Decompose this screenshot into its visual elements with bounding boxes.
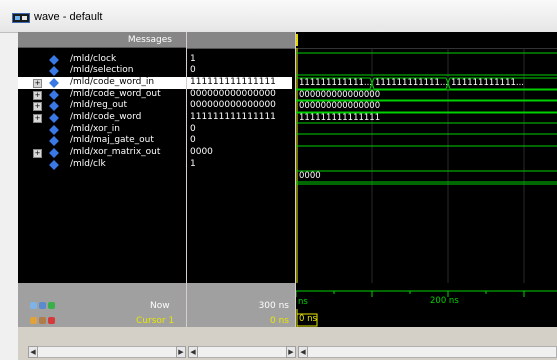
signal-value[interactable]: 111111111111111 xyxy=(187,77,292,89)
bus-label: 000000000000000 xyxy=(299,90,381,100)
signal-row[interactable]: /mld/clk xyxy=(18,159,186,171)
signal-row[interactable]: + /mld/code_word_in xyxy=(18,77,186,89)
signal-name: /mld/xor_matrix_out xyxy=(70,147,161,157)
add-cursor-icon[interactable] xyxy=(48,302,55,309)
now-value: 300 ns xyxy=(258,301,289,311)
signal-value[interactable]: 0 xyxy=(190,135,295,147)
now-icon[interactable] xyxy=(30,302,37,309)
signal-row[interactable]: /mld/maj_gate_out xyxy=(18,135,186,147)
timeline-start-label: ns xyxy=(298,297,308,307)
signal-name: /mld/maj_gate_out xyxy=(70,135,154,145)
expand-icon[interactable]: + xyxy=(33,102,42,111)
bus-label: 000000000000000 xyxy=(299,101,381,111)
signal-row[interactable]: /mld/clock xyxy=(18,54,186,66)
signal-value[interactable]: 1 xyxy=(190,159,295,171)
signal-value[interactable]: 000000000000000 xyxy=(190,89,295,101)
signal-name: /mld/clock xyxy=(70,54,117,64)
messages-header[interactable]: Messages xyxy=(18,32,186,48)
now-label: Now xyxy=(150,301,170,311)
scroll-right-icon[interactable]: ▶ xyxy=(176,346,186,358)
signal-row[interactable]: /mld/xor_in xyxy=(18,124,186,136)
bus-label: 111111111111... xyxy=(299,78,373,88)
signal-row[interactable]: + /mld/reg_out xyxy=(18,100,186,112)
signal-name: /mld/selection xyxy=(70,65,134,75)
title-bar: wave - default xyxy=(0,0,557,33)
signal-name: /mld/xor_in xyxy=(70,124,121,134)
status-values-area: 300 ns 0 ns xyxy=(187,283,295,327)
waveform-pane[interactable]: 111111111111... 111111111111... 11111111… xyxy=(296,32,557,283)
timeline-ruler xyxy=(296,290,557,327)
signal-values-pane: 1 0 111111111111111 000000000000000 00000000… xyxy=(187,32,295,283)
expand-icon[interactable]: + xyxy=(33,91,42,100)
signal-value[interactable]: 1 xyxy=(190,54,295,66)
signal-value[interactable]: 0000 xyxy=(190,147,295,159)
signal-row[interactable]: + /mld/xor_matrix_out xyxy=(18,147,186,159)
expand-icon[interactable]: + xyxy=(33,114,42,123)
scrollbar-row: ◀ ▶ ◀ ▶ ◀ xyxy=(18,344,557,360)
waveform-scrollbar[interactable] xyxy=(298,346,557,358)
signal-name: /mld/code_word_in xyxy=(70,77,155,87)
waveform-canvas xyxy=(296,48,557,283)
wave-xor-matrix-out xyxy=(296,170,557,183)
status-names-area: Now Cursor 1 xyxy=(18,283,186,327)
edit-cursor-icon[interactable] xyxy=(39,317,46,324)
signal-name: /mld/code_word xyxy=(70,112,142,122)
wave-window-icon xyxy=(12,13,30,23)
scroll-right-icon[interactable]: ▶ xyxy=(286,346,296,358)
signal-names-pane: Messages /mld/clock/mld/selection + /mld/c… xyxy=(18,32,186,283)
scroll-left-icon[interactable]: ◀ xyxy=(298,346,308,358)
signal-name: /mld/reg_out xyxy=(70,100,128,110)
zoom-icon[interactable] xyxy=(39,302,46,309)
bus-label: 111111111111111 xyxy=(299,113,381,123)
cursor-marker-label[interactable]: 0 ns xyxy=(299,314,317,325)
scroll-left-icon[interactable]: ◀ xyxy=(28,346,38,358)
bus-label: 0000 xyxy=(299,171,321,181)
signal-name: /mld/code_word_out xyxy=(70,89,161,99)
signal-value[interactable]: 111111111111111 xyxy=(190,112,295,124)
timeline-area[interactable]: ns 200 ns 0 ns xyxy=(296,283,557,327)
signal-value[interactable]: 000000000000000 xyxy=(190,100,295,112)
delete-cursor-icon[interactable] xyxy=(48,317,55,324)
names-scrollbar[interactable] xyxy=(28,346,186,358)
values-scrollbar[interactable] xyxy=(188,346,296,358)
values-header[interactable] xyxy=(187,32,295,49)
scroll-left-icon[interactable]: ◀ xyxy=(188,346,198,358)
cursor-value: 0 ns xyxy=(270,316,289,326)
signal-row[interactable]: + /mld/code_word xyxy=(18,112,186,124)
bus-label: 111111111111... xyxy=(451,78,525,88)
expand-icon[interactable]: + xyxy=(33,149,42,158)
cursor-label: Cursor 1 xyxy=(136,316,175,326)
signal-name: /mld/clk xyxy=(70,159,106,169)
window-title: wave - default xyxy=(34,11,103,23)
lock-icon[interactable] xyxy=(30,317,37,324)
signal-row[interactable]: + /mld/code_word_out xyxy=(18,89,186,101)
signal-value[interactable]: 0 xyxy=(190,65,295,77)
signal-value[interactable]: 0 xyxy=(190,124,295,136)
bus-label: 111111111111... xyxy=(375,78,449,88)
signal-row[interactable]: /mld/selection xyxy=(18,65,186,77)
timeline-200ns-label: 200 ns xyxy=(430,296,459,306)
expand-icon[interactable]: + xyxy=(33,79,42,88)
